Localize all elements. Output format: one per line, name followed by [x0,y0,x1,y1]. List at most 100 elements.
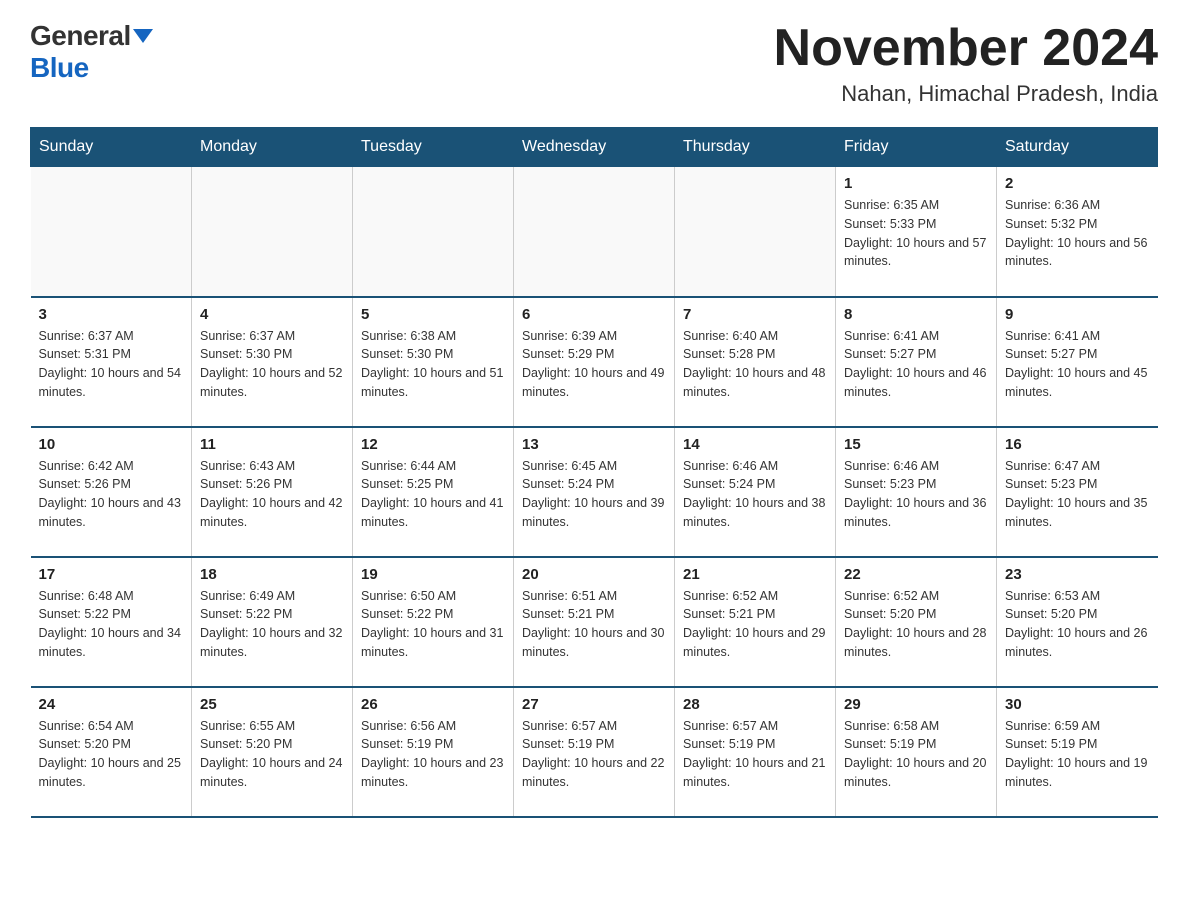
calendar-cell: 14 Sunrise: 6:46 AMSunset: 5:24 PMDayligh… [675,427,836,557]
day-info: Sunrise: 6:50 AMSunset: 5:22 PMDaylight:… [361,587,505,662]
calendar-cell: 7 Sunrise: 6:40 AMSunset: 5:28 PMDaylight… [675,297,836,427]
day-info: Sunrise: 6:42 AMSunset: 5:26 PMDaylight:… [39,457,184,532]
day-number: 23 [1005,566,1150,583]
calendar-cell: 2 Sunrise: 6:36 AMSunset: 5:32 PMDaylight… [997,167,1158,297]
day-number: 8 [844,306,988,323]
day-number: 27 [522,696,666,713]
calendar-body: 1Sunrise: 6:35 AMSunset: 5:33 PMDaylight… [31,167,1158,817]
day-info: Sunrise: 6:38 AMSunset: 5:30 PMDaylight:… [361,327,505,402]
col-monday: Monday [192,128,353,167]
calendar-header: Sunday Monday Tuesday Wednesday Thursday… [31,128,1158,167]
day-number: 3 [39,306,184,323]
calendar-cell: 11 Sunrise: 6:43 AMSunset: 5:26 PMDayligh… [192,427,353,557]
day-info: Sunrise: 6:37 AMSunset: 5:31 PMDaylight:… [39,327,184,402]
day-number: 17 [39,566,184,583]
day-info: Sunrise: 6:37 AMSunset: 5:30 PMDaylight:… [200,327,344,402]
day-number: 28 [683,696,827,713]
header: General Blue November 2024 Nahan, Himach… [30,20,1158,107]
calendar-cell: 22 Sunrise: 6:52 AMSunset: 5:20 PMDayligh… [836,557,997,687]
day-info: Sunrise: 6:48 AMSunset: 5:22 PMDaylight:… [39,587,184,662]
day-number: 12 [361,436,505,453]
day-info: Sunrise: 6:47 AMSunset: 5:23 PMDaylight:… [1005,457,1150,532]
day-number: 11 [200,436,344,453]
day-number: 15 [844,436,988,453]
calendar-cell: 9 Sunrise: 6:41 AMSunset: 5:27 PMDaylight… [997,297,1158,427]
col-tuesday: Tuesday [353,128,514,167]
day-info: Sunrise: 6:41 AMSunset: 5:27 PMDaylight:… [1005,327,1150,402]
calendar-cell: 27 Sunrise: 6:57 AMSunset: 5:19 PMDayligh… [514,687,675,817]
logo-general-text: General [30,20,131,52]
calendar-cell [675,167,836,297]
day-info: Sunrise: 6:56 AMSunset: 5:19 PMDaylight:… [361,717,505,792]
header-row: Sunday Monday Tuesday Wednesday Thursday… [31,128,1158,167]
calendar-cell: 26Sunrise: 6:56 AMSunset: 5:19 PMDayligh… [353,687,514,817]
day-info: Sunrise: 6:45 AMSunset: 5:24 PMDaylight:… [522,457,666,532]
day-info: Sunrise: 6:46 AMSunset: 5:23 PMDaylight:… [844,457,988,532]
day-number: 18 [200,566,344,583]
day-number: 25 [200,696,344,713]
calendar-cell: 5 Sunrise: 6:38 AMSunset: 5:30 PMDaylight… [353,297,514,427]
title-area: November 2024 Nahan, Himachal Pradesh, I… [774,20,1158,107]
day-number: 22 [844,566,988,583]
calendar-cell: 16 Sunrise: 6:47 AMSunset: 5:23 PMDayligh… [997,427,1158,557]
calendar-cell: 12 Sunrise: 6:44 AMSunset: 5:25 PMDayligh… [353,427,514,557]
day-info: Sunrise: 6:59 AMSunset: 5:19 PMDaylight:… [1005,717,1150,792]
day-info: Sunrise: 6:40 AMSunset: 5:28 PMDaylight:… [683,327,827,402]
day-info: Sunrise: 6:43 AMSunset: 5:26 PMDaylight:… [200,457,344,532]
day-info: Sunrise: 6:52 AMSunset: 5:20 PMDaylight:… [844,587,988,662]
day-info: Sunrise: 6:57 AMSunset: 5:19 PMDaylight:… [522,717,666,792]
calendar-week-5: 24Sunrise: 6:54 AMSunset: 5:20 PMDayligh… [31,687,1158,817]
calendar-cell [31,167,192,297]
calendar-cell: 3 Sunrise: 6:37 AMSunset: 5:31 PMDaylight… [31,297,192,427]
calendar-cell: 18 Sunrise: 6:49 AMSunset: 5:22 PMDayligh… [192,557,353,687]
calendar-cell: 25 Sunrise: 6:55 AMSunset: 5:20 PMDayligh… [192,687,353,817]
day-number: 29 [844,696,988,713]
day-number: 14 [683,436,827,453]
day-info: Sunrise: 6:58 AMSunset: 5:19 PMDaylight:… [844,717,988,792]
day-info: Sunrise: 6:39 AMSunset: 5:29 PMDaylight:… [522,327,666,402]
day-info: Sunrise: 6:53 AMSunset: 5:20 PMDaylight:… [1005,587,1150,662]
calendar-cell [353,167,514,297]
day-info: Sunrise: 6:51 AMSunset: 5:21 PMDaylight:… [522,587,666,662]
day-number: 16 [1005,436,1150,453]
day-number: 30 [1005,696,1150,713]
logo-blue-text: Blue [30,52,89,84]
day-info: Sunrise: 6:49 AMSunset: 5:22 PMDaylight:… [200,587,344,662]
col-friday: Friday [836,128,997,167]
logo-triangle-icon [133,29,153,43]
day-number: 9 [1005,306,1150,323]
day-number: 13 [522,436,666,453]
calendar-cell: 8Sunrise: 6:41 AMSunset: 5:27 PMDaylight… [836,297,997,427]
calendar-cell [192,167,353,297]
day-info: Sunrise: 6:36 AMSunset: 5:32 PMDaylight:… [1005,196,1150,271]
day-info: Sunrise: 6:57 AMSunset: 5:19 PMDaylight:… [683,717,827,792]
calendar-week-3: 10 Sunrise: 6:42 AMSunset: 5:26 PMDayligh… [31,427,1158,557]
calendar-cell: 6 Sunrise: 6:39 AMSunset: 5:29 PMDaylight… [514,297,675,427]
day-number: 5 [361,306,505,323]
calendar-cell: 23 Sunrise: 6:53 AMSunset: 5:20 PMDayligh… [997,557,1158,687]
calendar-cell: 19 Sunrise: 6:50 AMSunset: 5:22 PMDayligh… [353,557,514,687]
day-number: 24 [39,696,184,713]
day-number: 19 [361,566,505,583]
day-info: Sunrise: 6:55 AMSunset: 5:20 PMDaylight:… [200,717,344,792]
day-info: Sunrise: 6:44 AMSunset: 5:25 PMDaylight:… [361,457,505,532]
calendar-week-2: 3 Sunrise: 6:37 AMSunset: 5:31 PMDaylight… [31,297,1158,427]
day-number: 7 [683,306,827,323]
calendar-cell: 10 Sunrise: 6:42 AMSunset: 5:26 PMDayligh… [31,427,192,557]
day-number: 2 [1005,175,1150,192]
location-title: Nahan, Himachal Pradesh, India [774,81,1158,107]
calendar-table: Sunday Monday Tuesday Wednesday Thursday… [30,127,1158,818]
day-info: Sunrise: 6:46 AMSunset: 5:24 PMDaylight:… [683,457,827,532]
calendar-cell: 17 Sunrise: 6:48 AMSunset: 5:22 PMDayligh… [31,557,192,687]
calendar-cell: 15 Sunrise: 6:46 AMSunset: 5:23 PMDayligh… [836,427,997,557]
calendar-week-1: 1Sunrise: 6:35 AMSunset: 5:33 PMDaylight… [31,167,1158,297]
calendar-cell: 24Sunrise: 6:54 AMSunset: 5:20 PMDayligh… [31,687,192,817]
col-wednesday: Wednesday [514,128,675,167]
calendar-cell: 1Sunrise: 6:35 AMSunset: 5:33 PMDaylight… [836,167,997,297]
day-number: 6 [522,306,666,323]
day-info: Sunrise: 6:35 AMSunset: 5:33 PMDaylight:… [844,196,988,271]
calendar-cell: 13 Sunrise: 6:45 AMSunset: 5:24 PMDayligh… [514,427,675,557]
logo: General Blue [30,20,153,84]
calendar-cell: 28 Sunrise: 6:57 AMSunset: 5:19 PMDayligh… [675,687,836,817]
day-number: 10 [39,436,184,453]
